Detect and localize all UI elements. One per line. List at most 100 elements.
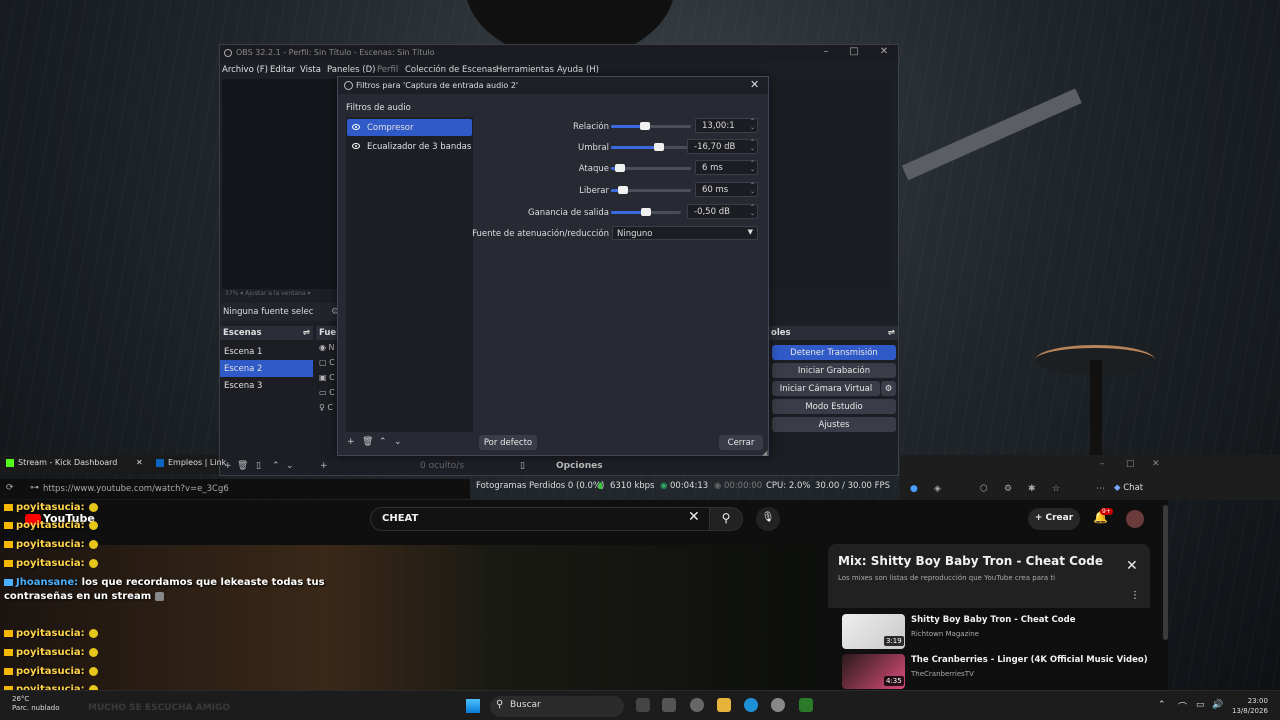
maximize-icon[interactable]: □: [1126, 459, 1135, 469]
close-icon[interactable]: ✕: [750, 78, 759, 91]
attack-spinbox[interactable]: 6 ms ⌃ ⌄: [695, 160, 758, 175]
threshold-slider[interactable]: [611, 142, 691, 152]
eye-icon[interactable]: [352, 143, 360, 149]
create-button[interactable]: + Crear: [1028, 508, 1080, 530]
move-down-icon[interactable]: ⌄: [286, 461, 294, 471]
page-scrollbar[interactable]: [1163, 505, 1168, 640]
move-down-icon[interactable]: ⌄: [394, 437, 402, 447]
defaults-button[interactable]: Por defecto: [479, 435, 537, 450]
studio-mode-button[interactable]: Modo Estudio: [772, 399, 896, 414]
minimize-icon[interactable]: –: [814, 46, 838, 60]
address-bar[interactable]: ⟳ ⊶ https://www.youtube.com/watch?v=e_3C…: [0, 479, 470, 499]
virtual-camera-button[interactable]: Iniciar Cámara Virtual: [772, 381, 880, 396]
video-title[interactable]: The Cranberries - Linger (4K Official Mu…: [911, 655, 1148, 665]
store-icon[interactable]: [662, 698, 676, 712]
close-icon[interactable]: ✕: [1152, 459, 1160, 469]
extension-icon[interactable]: ⬡: [980, 484, 988, 494]
puzzle-icon[interactable]: ✱: [1028, 484, 1036, 494]
taskbar-search[interactable]: ⚲ Buscar: [490, 696, 624, 717]
app-icon[interactable]: [690, 698, 704, 712]
slider-handle[interactable]: [641, 208, 651, 216]
spin-arrows-icon[interactable]: ⌃ ⌄: [750, 119, 755, 131]
stop-stream-button[interactable]: Detener Transmisión: [772, 345, 896, 360]
network-icon[interactable]: ⌒: [1178, 700, 1187, 713]
task-view-icon[interactable]: [636, 698, 650, 712]
mix-title[interactable]: Mix: Shitty Boy Baby Tron - Cheat Code: [838, 554, 1103, 568]
list-item[interactable]: 3:19 Shitty Boy Baby Tron - Cheat Code R…: [842, 614, 1142, 650]
options-menu[interactable]: Opciones: [556, 461, 603, 471]
threshold-spinbox[interactable]: -16,70 dB ⌃ ⌄: [687, 139, 758, 154]
move-up-icon[interactable]: ⌃: [272, 461, 280, 471]
tab-linkedin[interactable]: Empleos | Link: [156, 458, 226, 467]
remove-filter-icon[interactable]: 🗑: [362, 437, 373, 447]
ratio-slider[interactable]: [611, 121, 691, 131]
extension-icon[interactable]: ●: [910, 484, 918, 494]
close-icon[interactable]: ✕: [136, 458, 143, 467]
menu-ayuda[interactable]: Ayuda (H): [557, 65, 599, 75]
channel-name[interactable]: TheCranberriesTV: [911, 670, 974, 678]
kick-taskbar-icon[interactable]: [799, 698, 813, 712]
add-filter-icon[interactable]: +: [347, 437, 355, 447]
spin-arrows-icon[interactable]: ⌃ ⌄: [750, 183, 755, 195]
panel-menu-icon[interactable]: ⇌: [303, 328, 310, 338]
channel-name[interactable]: Richtown Magazine: [911, 630, 979, 638]
ducking-source-select[interactable]: Ninguno ▼: [612, 226, 758, 240]
menu-perfil[interactable]: Perfil: [377, 65, 398, 75]
attack-slider[interactable]: [611, 163, 691, 173]
video-title[interactable]: Shitty Boy Baby Tron - Cheat Code: [911, 615, 1075, 625]
display-icon[interactable]: ▭: [1196, 700, 1205, 710]
avatar[interactable]: [1126, 510, 1144, 528]
spin-arrows-icon[interactable]: ⌃ ⌄: [750, 140, 755, 152]
spin-arrows-icon[interactable]: ⌃ ⌄: [750, 161, 755, 173]
menu-dots-icon[interactable]: ⋯: [1096, 484, 1105, 494]
menu-herramientas[interactable]: Herramientas: [496, 65, 554, 75]
slider-handle[interactable]: [615, 164, 625, 172]
ratio-spinbox[interactable]: 13,00:1 ⌃ ⌄: [695, 118, 758, 133]
start-windows-icon[interactable]: [466, 699, 480, 713]
resize-grip-icon[interactable]: ◢: [762, 449, 767, 457]
menu-vista[interactable]: Vista: [300, 65, 321, 75]
copilot-chat-button[interactable]: ◆ Chat: [1114, 483, 1159, 497]
clear-search-icon[interactable]: ✕: [688, 509, 700, 525]
eye-icon[interactable]: [352, 124, 360, 130]
minimize-icon[interactable]: –: [1100, 459, 1105, 469]
close-button[interactable]: Cerrar: [719, 435, 763, 450]
extension-icon[interactable]: ⚙: [1004, 484, 1012, 494]
mixer-icon[interactable]: ▯: [520, 461, 525, 471]
edge-icon[interactable]: [744, 698, 758, 712]
tab-kick[interactable]: Stream - Kick Dashboard: [6, 458, 117, 467]
zoom-controls[interactable]: 37% ▾ Ajustar a la ventana ▾: [225, 290, 311, 297]
add-source-icon[interactable]: +: [320, 461, 328, 471]
scene-item[interactable]: Escena 1: [220, 343, 313, 360]
move-up-icon[interactable]: ⌃: [379, 437, 387, 447]
more-options-icon[interactable]: ⋮: [1130, 590, 1140, 601]
maximize-icon[interactable]: □: [842, 46, 866, 60]
menu-paneles[interactable]: Paneles (D): [327, 65, 375, 75]
start-recording-button[interactable]: Iniciar Grabación: [772, 363, 896, 378]
preview-canvas[interactable]: [222, 79, 345, 289]
virtual-camera-gear-icon[interactable]: ⚙: [881, 381, 896, 396]
close-icon[interactable]: ✕: [1126, 558, 1138, 574]
file-explorer-icon[interactable]: [717, 698, 731, 712]
microphone-icon[interactable]: 🎙: [756, 507, 780, 531]
menu-coleccion[interactable]: Colección de Escenas: [405, 65, 497, 75]
obs-taskbar-icon[interactable]: [771, 698, 785, 712]
reload-icon[interactable]: ⟳: [6, 483, 14, 493]
menu-archivo[interactable]: Archivo (F): [222, 65, 268, 75]
extension-icon[interactable]: ◈: [934, 484, 941, 494]
settings-button[interactable]: Ajustes: [772, 417, 896, 432]
close-icon[interactable]: ✕: [872, 46, 896, 60]
search-icon[interactable]: ⚲: [709, 507, 743, 531]
slider-handle[interactable]: [654, 143, 664, 151]
site-info-icon[interactable]: ⊶: [30, 483, 39, 493]
output-gain-slider[interactable]: [611, 207, 681, 217]
release-slider[interactable]: [611, 185, 691, 195]
filter-item-compressor[interactable]: Compresor: [347, 119, 472, 136]
menu-editar[interactable]: Editar: [270, 65, 295, 75]
filter-item-eq[interactable]: Ecualizador de 3 bandas: [347, 138, 472, 155]
clock[interactable]: 23:00 13/8/2026: [1232, 696, 1268, 716]
scene-item[interactable]: Escena 3: [220, 377, 313, 394]
volume-icon[interactable]: 🔊: [1212, 700, 1223, 710]
search-input[interactable]: CHEAT: [370, 507, 710, 531]
remove-scene-icon[interactable]: 🗑: [237, 461, 248, 471]
